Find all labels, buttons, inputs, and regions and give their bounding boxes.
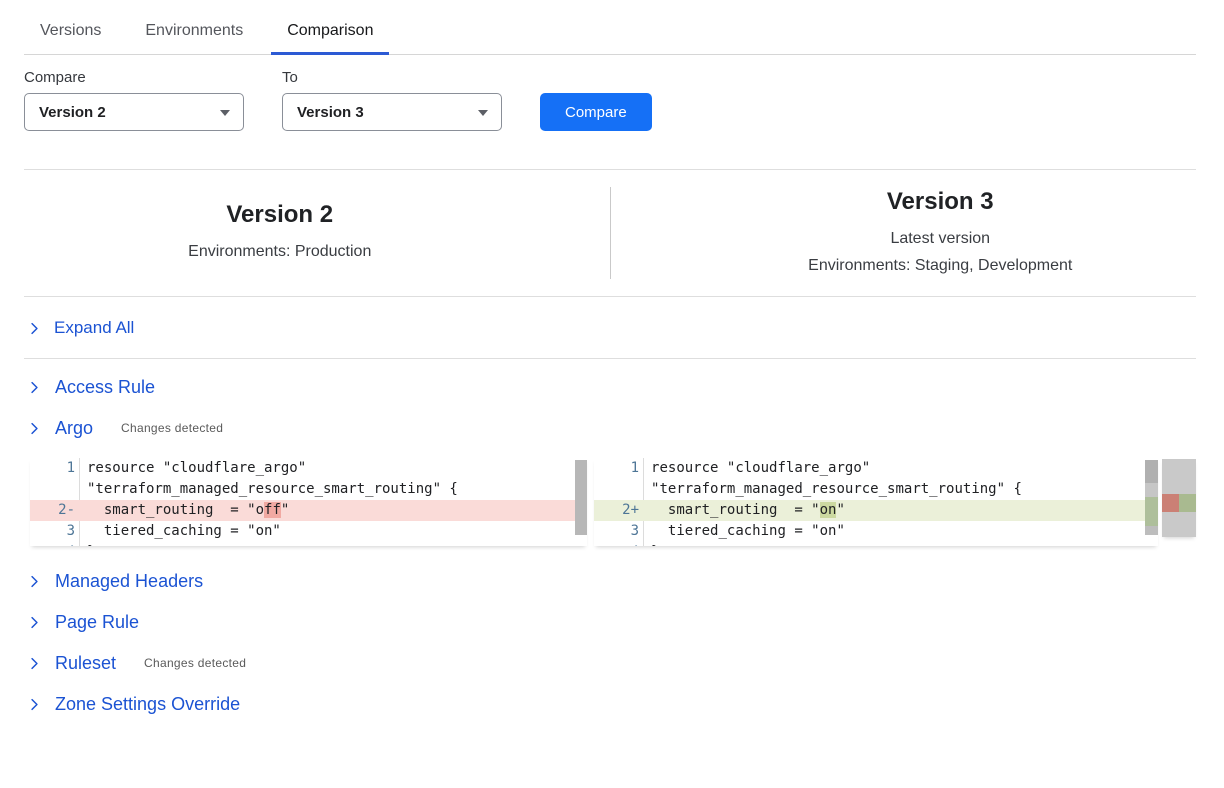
compare-to-value: Version 3 (297, 104, 364, 121)
chevron-down-icon (478, 110, 488, 116)
word-diff-highlight: ff (264, 502, 281, 518)
word-diff-highlight: on (820, 502, 837, 518)
diff-row: 3 tiered_caching = "on" (30, 521, 587, 542)
code-text: smart_routing = "on" (644, 500, 1158, 521)
compare-form: Compare Version 2 To Version 3 Compare (24, 69, 1196, 131)
left-version-title: Version 2 (0, 201, 573, 229)
divider (24, 296, 1196, 297)
right-scrollbar[interactable] (1145, 460, 1158, 535)
diff-row: 3 tiered_caching = "on" (594, 521, 1158, 542)
changes-detected-badge: Changes detected (144, 656, 246, 670)
section-label: Access Rule (55, 377, 155, 398)
tab-comparison[interactable]: Comparison (271, 18, 389, 54)
compare-from-value: Version 2 (39, 104, 106, 121)
diff-row: 2+ smart_routing = "on" (594, 500, 1158, 521)
compare-button[interactable]: Compare (540, 93, 652, 131)
section-argo[interactable]: Argo Changes detected (24, 415, 223, 441)
section-zone-settings-override[interactable]: Zone Settings Override (24, 691, 268, 717)
expand-all-label: Expand All (54, 318, 134, 338)
version-headers: Version 2 Environments: Production Versi… (24, 170, 1196, 296)
minimap-added-marker (1179, 494, 1196, 512)
chevron-right-icon (28, 381, 41, 394)
section-ruleset[interactable]: Ruleset Changes detected (24, 650, 246, 676)
version-header-right: Version 3 Latest version Environments: S… (648, 188, 1224, 279)
diff-row: "terraform_managed_resource_smart_routin… (30, 479, 587, 500)
chevron-right-icon (28, 616, 41, 629)
chevron-right-icon (28, 657, 41, 670)
comparison-page: Versions Environments Comparison Compare… (0, 0, 1224, 717)
tab-environments[interactable]: Environments (129, 18, 259, 54)
code-text: smart_routing = "off" (80, 500, 587, 521)
section-label: Argo (55, 418, 93, 439)
argo-diff-view: 1resource "cloudflare_argo""terraform_ma… (30, 458, 1196, 546)
compare-from-field: Compare Version 2 (24, 69, 244, 131)
diff-row: "terraform_managed_resource_smart_routin… (594, 479, 1158, 500)
left-scrollbar[interactable] (575, 460, 587, 535)
line-number: 4 (594, 542, 644, 546)
section-label: Managed Headers (55, 571, 203, 592)
line-number (30, 479, 80, 500)
chevron-right-icon (28, 575, 41, 588)
to-label: To (282, 69, 502, 86)
tab-versions[interactable]: Versions (24, 18, 117, 54)
compare-label: Compare (24, 69, 244, 86)
section-list: Access Rule Argo Changes detected 1resou… (24, 374, 1196, 717)
line-number: 1 (30, 458, 80, 479)
line-number: 2+ (594, 500, 644, 521)
code-text: resource "cloudflare_argo" (644, 458, 1158, 479)
compare-from-select[interactable]: Version 2 (24, 93, 244, 131)
line-number: 2- (30, 500, 80, 521)
code-text: "terraform_managed_resource_smart_routin… (80, 479, 587, 500)
chevron-right-icon (28, 322, 41, 335)
line-number: 3 (30, 521, 80, 542)
diff-panel-left: 1resource "cloudflare_argo""terraform_ma… (30, 458, 587, 546)
right-version-environments: Environments: Staging, Development (648, 252, 1224, 279)
diff-minimap[interactable] (1162, 459, 1196, 537)
tab-bar: Versions Environments Comparison (24, 0, 1196, 55)
minimap-removed-marker (1162, 494, 1179, 512)
code-text: } (80, 542, 587, 546)
code-text: resource "cloudflare_argo" (80, 458, 587, 479)
code-text: tiered_caching = "on" (644, 521, 1158, 542)
line-number: 1 (594, 458, 644, 479)
compare-to-field: To Version 3 (282, 69, 502, 131)
compare-to-select[interactable]: Version 3 (282, 93, 502, 131)
diff-code-left: 1resource "cloudflare_argo""terraform_ma… (30, 458, 587, 546)
diff-row: 1resource "cloudflare_argo" (594, 458, 1158, 479)
section-managed-headers[interactable]: Managed Headers (24, 568, 231, 594)
diff-row: 4} (30, 542, 587, 546)
section-label: Page Rule (55, 612, 139, 633)
divider (24, 358, 1196, 359)
diff-row: 4} (594, 542, 1158, 546)
code-text: "terraform_managed_resource_smart_routin… (644, 479, 1158, 500)
code-text: tiered_caching = "on" (80, 521, 587, 542)
right-version-latest: Latest version (648, 225, 1224, 252)
vertical-divider (610, 187, 611, 279)
version-header-left: Version 2 Environments: Production (0, 201, 573, 265)
diff-row: 2- smart_routing = "off" (30, 500, 587, 521)
chevron-right-icon (28, 698, 41, 711)
right-version-title: Version 3 (648, 188, 1224, 216)
section-label: Ruleset (55, 653, 116, 674)
diff-row: 1resource "cloudflare_argo" (30, 458, 587, 479)
line-number: 3 (594, 521, 644, 542)
left-version-environments: Environments: Production (0, 238, 573, 265)
diff-panel-right: 1resource "cloudflare_argo""terraform_ma… (594, 458, 1158, 546)
chevron-right-icon (28, 422, 41, 435)
changes-detected-badge: Changes detected (121, 421, 223, 435)
line-number (594, 479, 644, 500)
section-label: Zone Settings Override (55, 694, 240, 715)
section-access-rule[interactable]: Access Rule (24, 374, 183, 400)
code-text: } (644, 542, 1158, 546)
line-number: 4 (30, 542, 80, 546)
expand-all-button[interactable]: Expand All (24, 297, 134, 338)
diff-code-right: 1resource "cloudflare_argo""terraform_ma… (594, 458, 1158, 546)
section-page-rule[interactable]: Page Rule (24, 609, 167, 635)
chevron-down-icon (220, 110, 230, 116)
